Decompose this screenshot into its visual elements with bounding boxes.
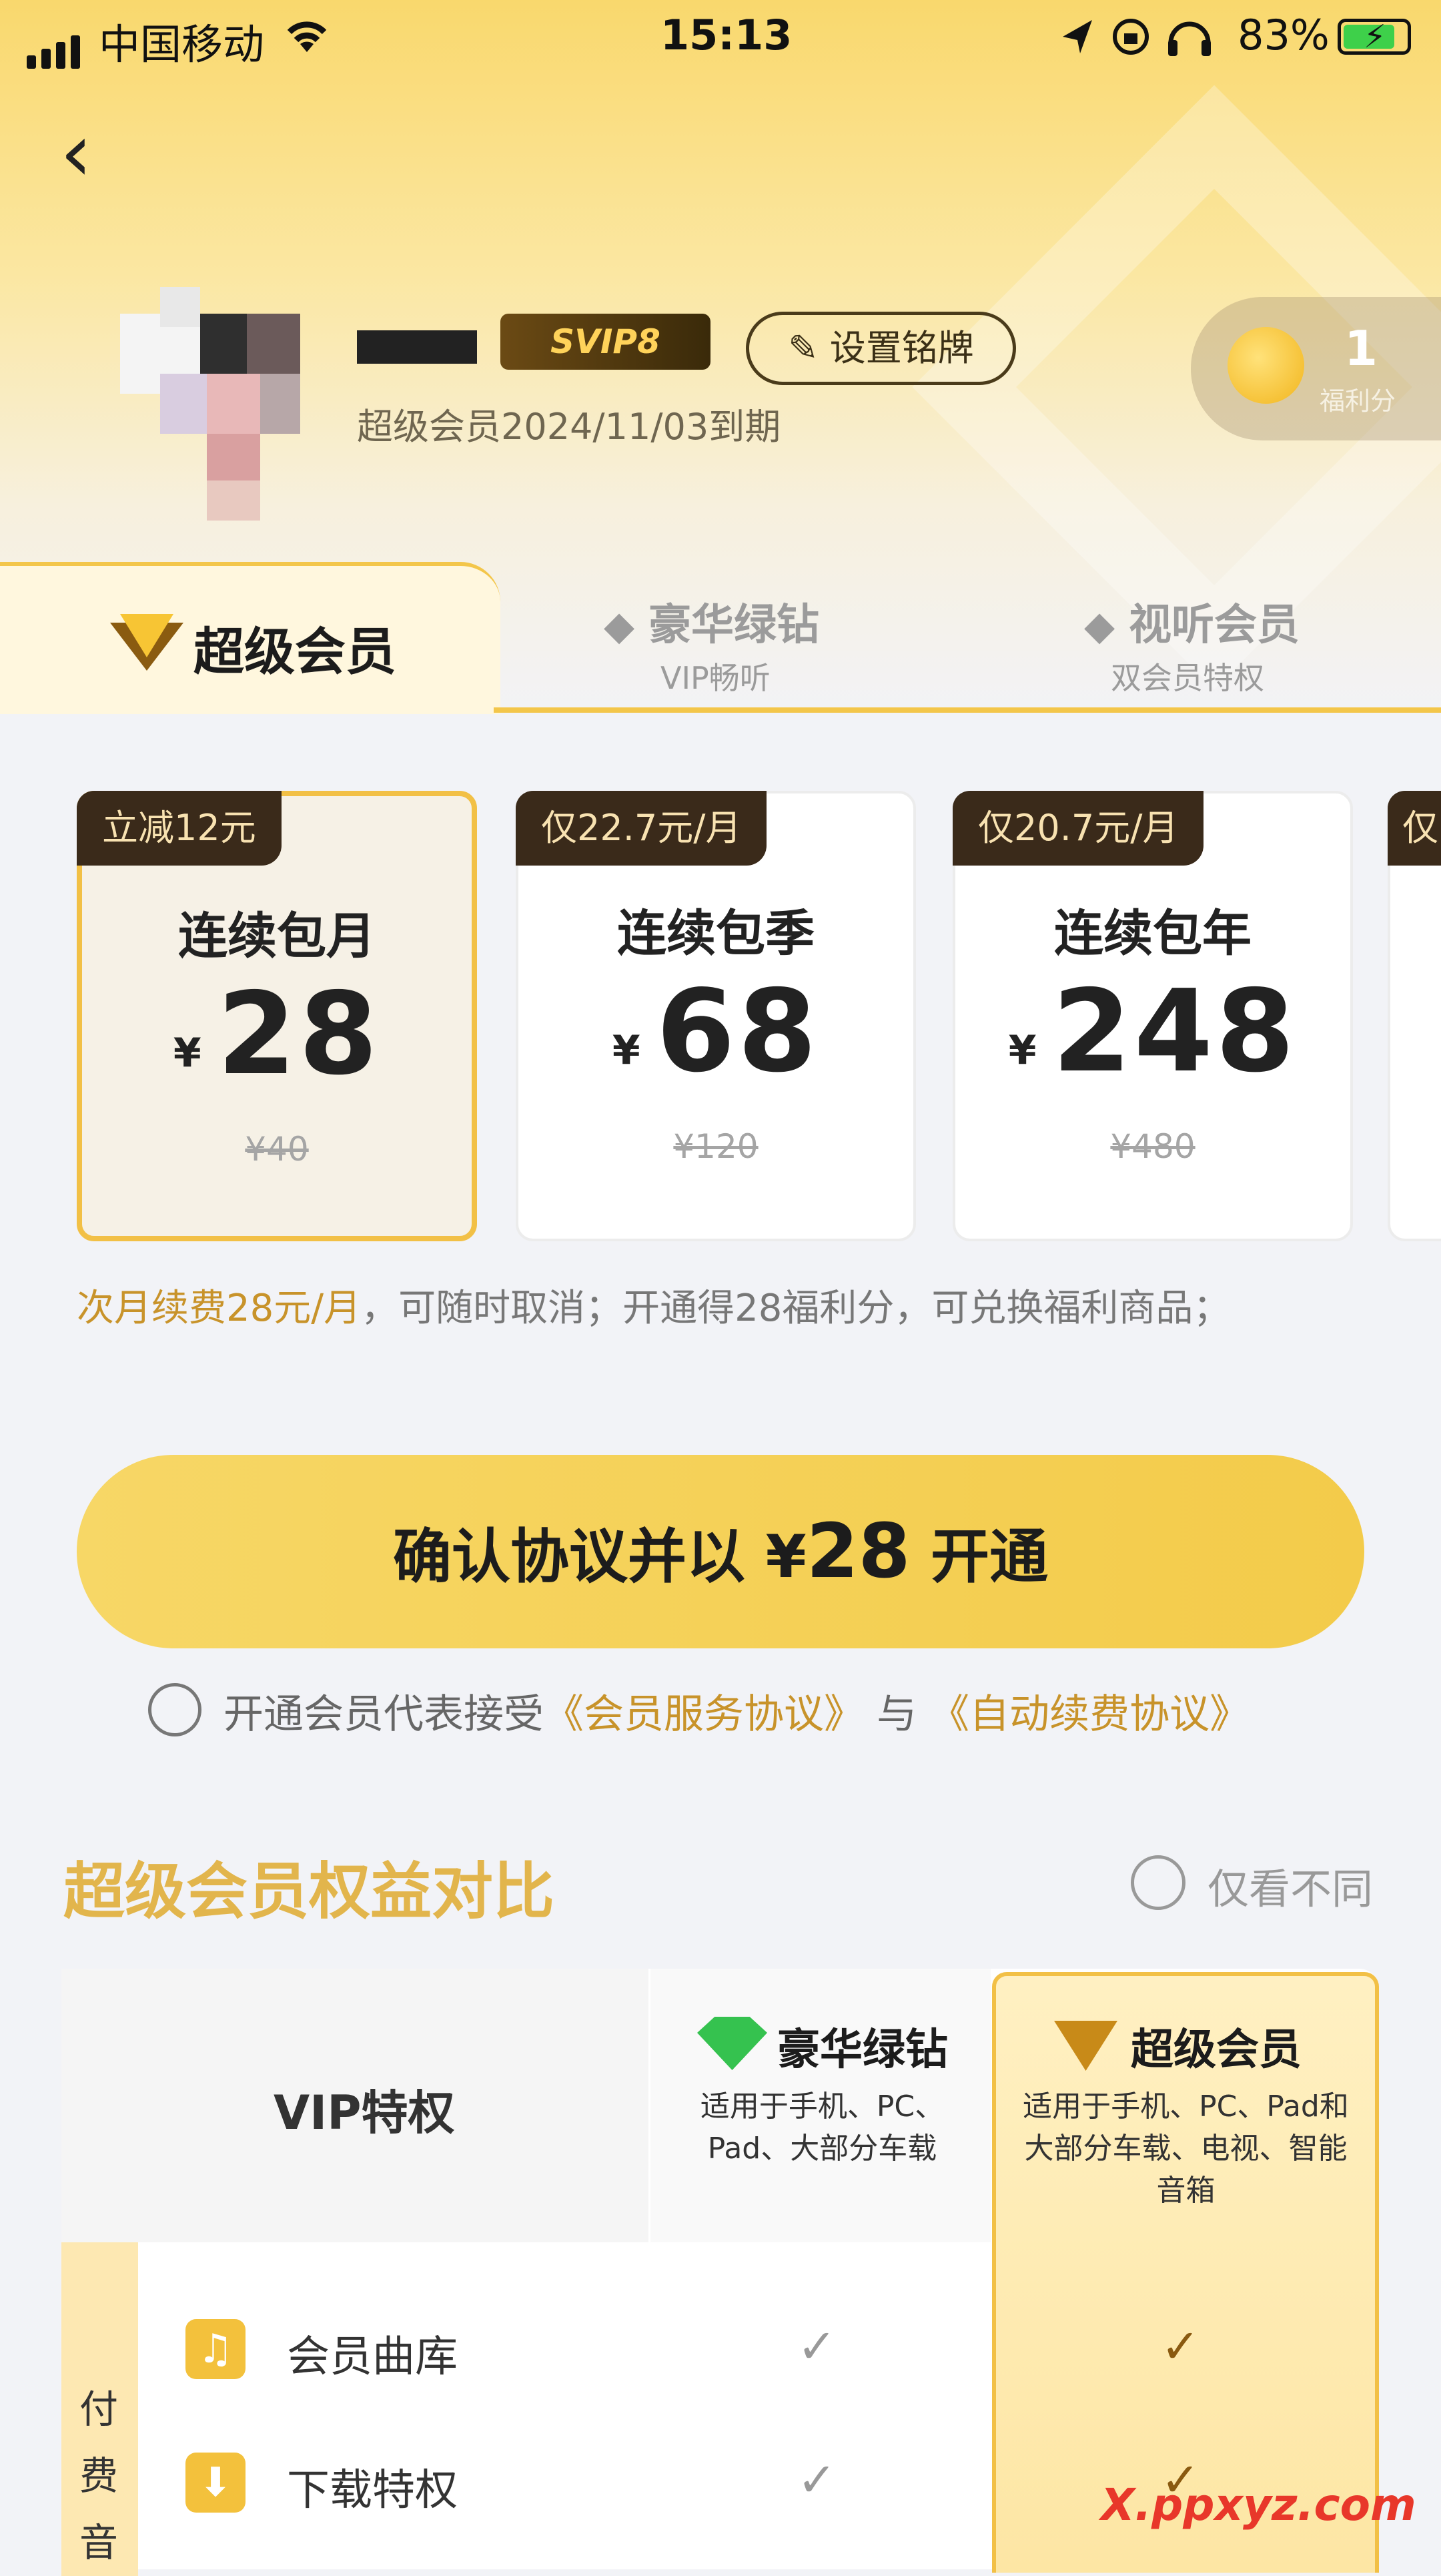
compare-title: 超级会员权益对比	[63, 1856, 555, 1927]
battery-icon: ⚡	[1338, 18, 1411, 55]
plan-card-partial[interactable]: 仅	[1388, 791, 1441, 1241]
set-nameplate-button[interactable]: ✎ 设置铭牌	[746, 312, 1016, 385]
renewal-rest: ，可随时取消；开通得28福利分，可兑换福利商品；	[361, 1287, 1231, 1330]
col-super-desc: 适用于手机、PC、Pad和大部分车载、电视、智能音箱	[1023, 2089, 1349, 2208]
service-agreement-link[interactable]: 《会员服务协议》	[544, 1691, 864, 1738]
plan-card-yearly[interactable]: 仅20.7元/月 连续包年 ¥248 ¥480	[953, 791, 1353, 1241]
only-diff-label[interactable]: 仅看不同	[1208, 1855, 1373, 1915]
back-icon[interactable]: ‹	[60, 113, 92, 194]
download-icon: ⬇	[185, 2453, 246, 2513]
green-diamond-icon: ◆	[604, 603, 649, 649]
confirm-pay-button[interactable]: 确认协议并以 ¥28 开通	[77, 1455, 1364, 1648]
status-bar: 中国移动 15:13 83% ⚡	[0, 0, 1441, 73]
plan-tag: 仅	[1388, 791, 1441, 866]
plan-tag: 仅20.7元/月	[953, 791, 1204, 866]
agreement-text: 开通会员代表接受《会员服务协议》 与 《自动续费协议》	[223, 1682, 1250, 1740]
tab-underline	[494, 707, 1441, 713]
plan-price: ¥248	[1008, 966, 1298, 1098]
username-redacted	[357, 330, 477, 364]
watermark: X.ppxyz.com	[1101, 2479, 1416, 2531]
plan-card-quarterly[interactable]: 仅22.7元/月 连续包季 ¥68 ¥120	[516, 791, 916, 1241]
group-label: 付费音	[79, 2386, 118, 2565]
tab-luxury-green-label: 豪华绿钻	[648, 601, 820, 650]
tab-luxury-green[interactable]: ◆ 豪华绿钻	[604, 591, 819, 652]
auto-renew-agreement-link[interactable]: 《自动续费协议》	[929, 1691, 1250, 1738]
clock: 15:13	[660, 11, 793, 59]
cta-suffix: 开通	[910, 1522, 1049, 1591]
check-icon: ✓	[797, 2319, 837, 2374]
battery-percent: 83%	[1238, 11, 1330, 59]
expire-text: 超级会员2024/11/03到期	[357, 406, 781, 448]
points-label: 福利分	[1320, 386, 1396, 416]
plan-name: 连续包季	[617, 905, 815, 962]
plan-price: ¥28	[173, 968, 381, 1100]
music-note-icon: ♫	[185, 2319, 246, 2379]
check-icon: ✓	[1161, 2319, 1200, 2374]
col-green-desc: 适用于手机、PC、Pad、大部分车载	[700, 2089, 945, 2166]
only-diff-toggle[interactable]	[1131, 1855, 1185, 1910]
tab-av-vip-label: 视听会员	[1129, 601, 1300, 650]
plan-price: ¥68	[612, 966, 820, 1098]
carrier-name: 中国移动	[99, 20, 265, 69]
cta-amount: 28	[806, 1508, 911, 1595]
plan-card-monthly[interactable]: 立减12元 连续包月 ¥28 ¥40	[77, 791, 477, 1241]
tab-av-vip[interactable]: ◆ 视听会员	[1084, 591, 1300, 652]
agreement-joiner: 与	[877, 1691, 917, 1738]
wifi-icon	[280, 9, 334, 66]
points-value: 1	[1344, 320, 1378, 376]
edit-icon: ✎	[788, 327, 830, 369]
diamond-icon: ◆	[1084, 603, 1129, 649]
row-label-library: 会员曲库	[287, 2332, 458, 2382]
renewal-highlight: 次月续费28元/月	[77, 1287, 362, 1330]
signal-icon	[27, 20, 85, 69]
tab-super-vip-label: 超级会员	[193, 622, 396, 681]
svip-badge: SVIP8	[500, 314, 710, 370]
coin-icon	[1228, 327, 1304, 404]
vip-privilege-header: VIP特权	[274, 2085, 455, 2140]
check-icon: ✓	[797, 2453, 837, 2507]
agreement-prefix: 开通会员代表接受	[223, 1691, 544, 1738]
plan-tag: 仅22.7元/月	[516, 791, 767, 866]
cta-prefix: 确认协议并以 ¥	[392, 1522, 807, 1591]
col-green-name: 豪华绿钻	[777, 2025, 948, 2075]
tab-av-vip-sub: 双会员特权	[1111, 660, 1264, 696]
renewal-note: 次月续费28元/月，可随时取消；开通得28福利分，可兑换福利商品；	[77, 1281, 1364, 1336]
agreement-checkbox[interactable]	[148, 1683, 201, 1736]
plan-tag: 立减12元	[77, 791, 282, 866]
plan-name: 连续包月	[178, 908, 376, 965]
nameplate-label: 设置铭牌	[829, 327, 974, 369]
col-super-name: 超级会员	[1131, 2025, 1302, 2075]
plan-name: 连续包年	[1054, 905, 1252, 962]
plan-original-price: ¥40	[245, 1130, 309, 1169]
tab-luxury-green-sub: VIP畅听	[660, 660, 771, 696]
plan-original-price: ¥120	[673, 1127, 759, 1166]
location-icon	[1057, 13, 1231, 70]
plan-original-price: ¥480	[1110, 1127, 1195, 1166]
avatar[interactable]	[120, 287, 314, 521]
row-label-download: 下载特权	[287, 2466, 458, 2515]
